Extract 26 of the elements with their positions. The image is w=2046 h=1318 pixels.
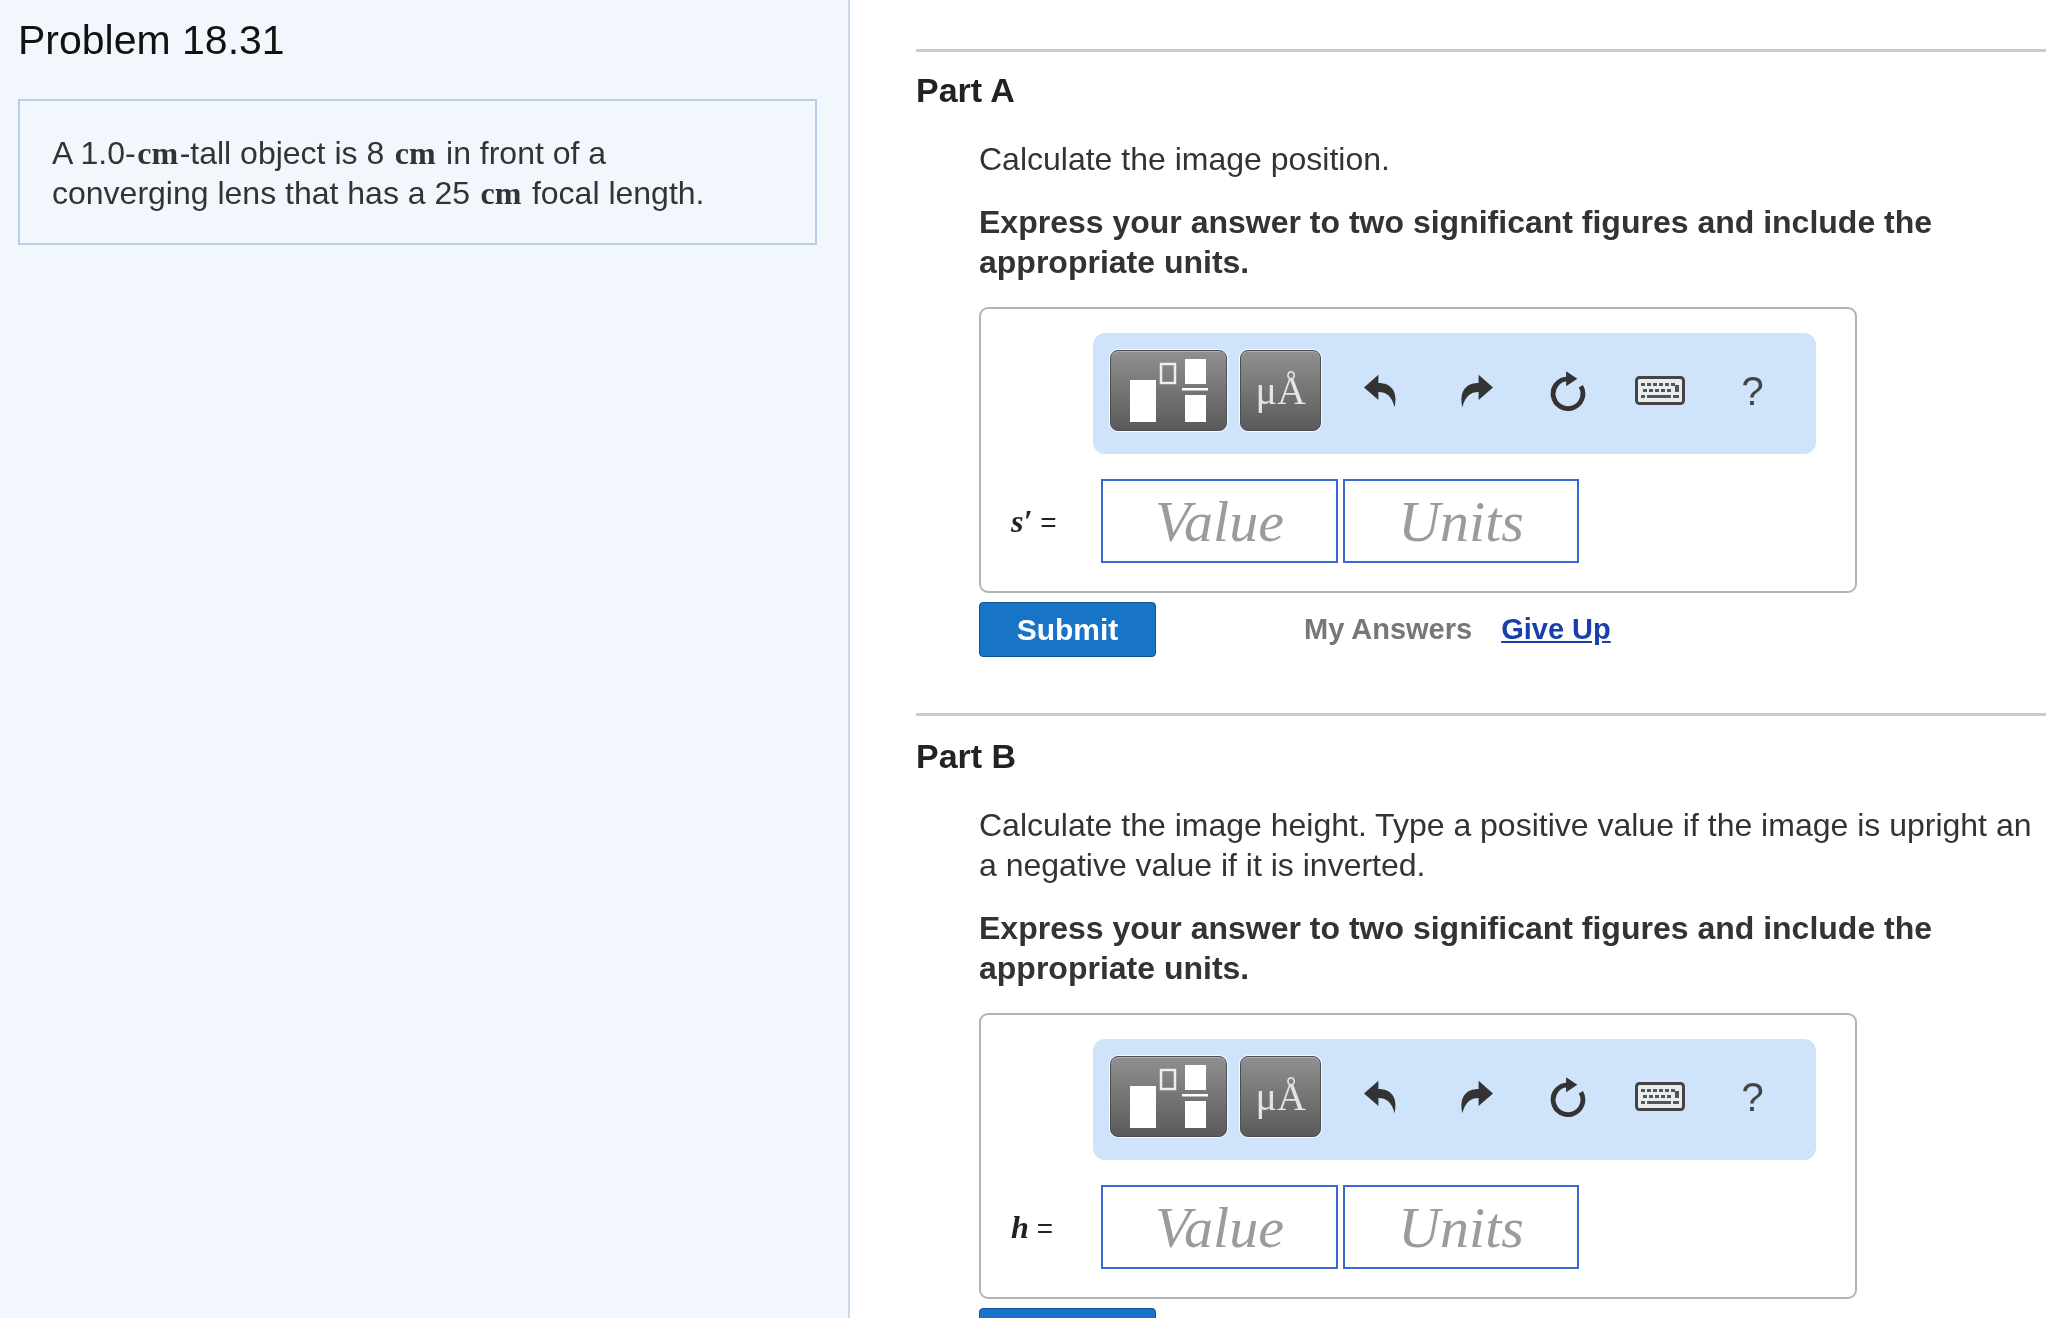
help-button[interactable]: ? xyxy=(1741,368,1764,413)
answer-input-field[interactable]: Units xyxy=(1343,479,1579,563)
question-text: Calculate the image position. xyxy=(979,140,1390,179)
templates-button[interactable] xyxy=(1110,1056,1228,1137)
problem-title: Problem 18.31 xyxy=(18,16,285,64)
answer-input-field[interactable]: Value xyxy=(1101,1185,1338,1269)
keyboard-icon[interactable] xyxy=(1635,376,1686,405)
question-text: Calculate the image height. Type a positive value if the image is upright an a negative value if it is inverted. xyxy=(979,806,2032,885)
units-button[interactable]: μÅ xyxy=(1240,350,1322,431)
text-link[interactable]: Give Up xyxy=(1501,613,1611,646)
answer-input-field[interactable]: Value xyxy=(1101,479,1338,563)
templates-icon xyxy=(1129,359,1208,422)
answer-instructions: Express your answer to two significant figures and include the appropriate units. xyxy=(979,203,1934,282)
variable-label: h = xyxy=(1011,1208,1054,1246)
templates-icon xyxy=(1129,1065,1208,1128)
part-heading: Part B xyxy=(916,736,1017,776)
problem-statement: A 1.0-cm-tall object is 8 cm in front of a converging lens that has a 25 cm focal length. xyxy=(52,134,706,213)
templates-button[interactable] xyxy=(1110,350,1228,431)
help-button[interactable]: ? xyxy=(1741,1074,1764,1119)
variable-label: s′ = xyxy=(1011,502,1057,540)
units-button[interactable]: μÅ xyxy=(1240,1056,1322,1137)
answer-input-field[interactable]: Units xyxy=(1343,1185,1579,1269)
answer-instructions: Express your answer to two significant figures and include the appropriate units. xyxy=(979,909,1934,988)
keyboard-icon[interactable] xyxy=(1635,1082,1686,1111)
submit-button[interactable]: Submit xyxy=(979,602,1156,657)
part-heading: Part A xyxy=(916,70,1015,110)
